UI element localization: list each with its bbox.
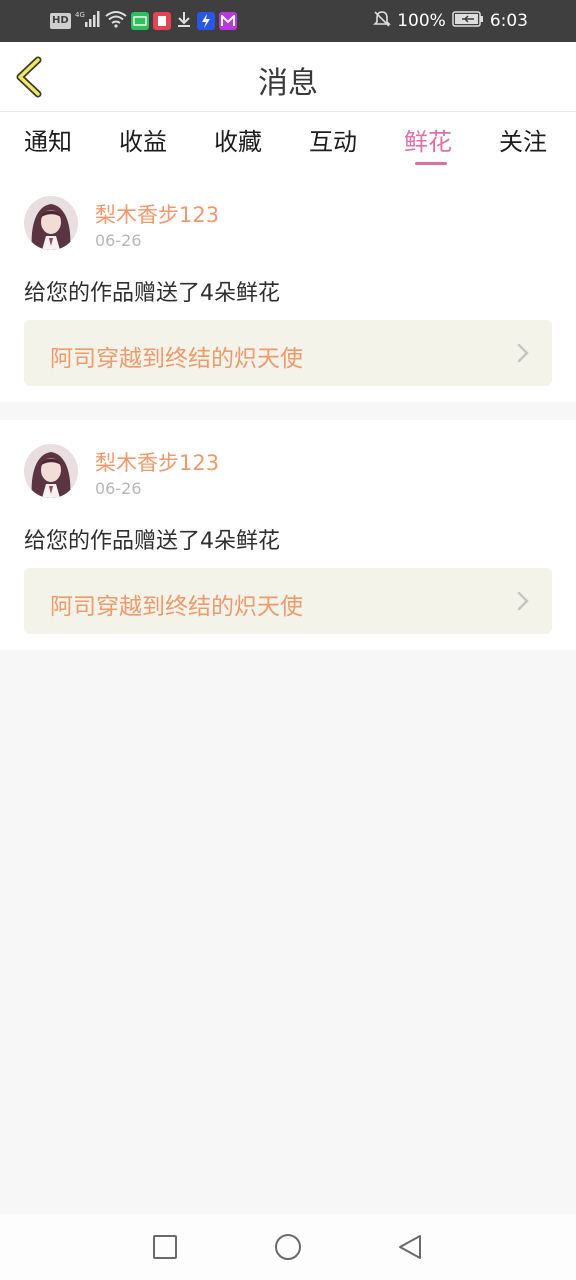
sender-name[interactable]: 梨木香步123: [95, 199, 219, 229]
flash-app-icon: [196, 12, 215, 30]
battery-charging-icon: [452, 10, 484, 32]
work-link[interactable]: 阿司穿越到终结的炽天使: [24, 320, 552, 386]
system-navigation-bar: [0, 1214, 576, 1280]
status-icons-left: HD 4G: [50, 10, 237, 32]
tab-earnings[interactable]: 收益: [119, 122, 167, 157]
m-app-icon: [218, 12, 237, 30]
status-icons-right: 100% 6:03: [373, 10, 528, 32]
work-link[interactable]: 阿司穿越到终结的炽天使: [24, 568, 552, 634]
chevron-right-icon: [517, 591, 529, 611]
wifi-icon: [105, 10, 127, 32]
recent-apps-button[interactable]: [150, 1232, 180, 1262]
reader-app-icon: [152, 12, 171, 30]
clock: 6:03: [489, 11, 528, 31]
message-card: 梨木香步123 06-26 给您的作品赠送了4朵鲜花 阿司穿越到终结的炽天使: [0, 178, 576, 402]
avatar[interactable]: [24, 444, 78, 498]
chevron-right-icon: [517, 343, 529, 363]
tab-favorites[interactable]: 收藏: [214, 122, 262, 157]
message-text: 给您的作品赠送了4朵鲜花: [24, 529, 280, 554]
avatar[interactable]: [24, 196, 78, 250]
tab-notify[interactable]: 通知: [24, 122, 72, 157]
back-nav-button[interactable]: [396, 1232, 426, 1262]
hd-badge: HD: [50, 13, 71, 29]
tab-follow[interactable]: 关注: [499, 122, 547, 157]
tab-interaction[interactable]: 互动: [309, 122, 357, 157]
message-card: 梨木香步123 06-26 给您的作品赠送了4朵鲜花 阿司穿越到终结的炽天使: [0, 420, 576, 650]
home-button[interactable]: [273, 1232, 303, 1262]
sender-name[interactable]: 梨木香步123: [95, 447, 219, 477]
message-tabs: 通知 收益 收藏 互动 鲜花 关注: [0, 112, 576, 178]
mute-icon: [373, 10, 392, 33]
app-header: 消息: [0, 42, 576, 112]
download-icon: [175, 10, 193, 32]
page-title: 消息: [258, 66, 318, 101]
triangle-back-icon: [399, 1235, 421, 1259]
message-date: 06-26: [95, 231, 142, 250]
circle-icon: [275, 1234, 301, 1260]
message-date: 06-26: [95, 479, 142, 498]
message-text: 给您的作品赠送了4朵鲜花: [24, 281, 280, 306]
tab-flowers[interactable]: 鲜花: [404, 122, 452, 157]
square-icon: [153, 1235, 177, 1259]
active-tab-indicator: [415, 162, 447, 165]
work-title: 阿司穿越到终结的炽天使: [50, 346, 303, 372]
network-type-label: 4G: [75, 11, 85, 19]
iqiyi-app-icon: [130, 12, 149, 30]
work-title: 阿司穿越到终结的炽天使: [50, 594, 303, 620]
signal-icon: 4G: [75, 10, 101, 32]
status-bar: HD 4G 100% 6:03: [0, 0, 576, 42]
battery-percent: 100%: [397, 11, 446, 31]
